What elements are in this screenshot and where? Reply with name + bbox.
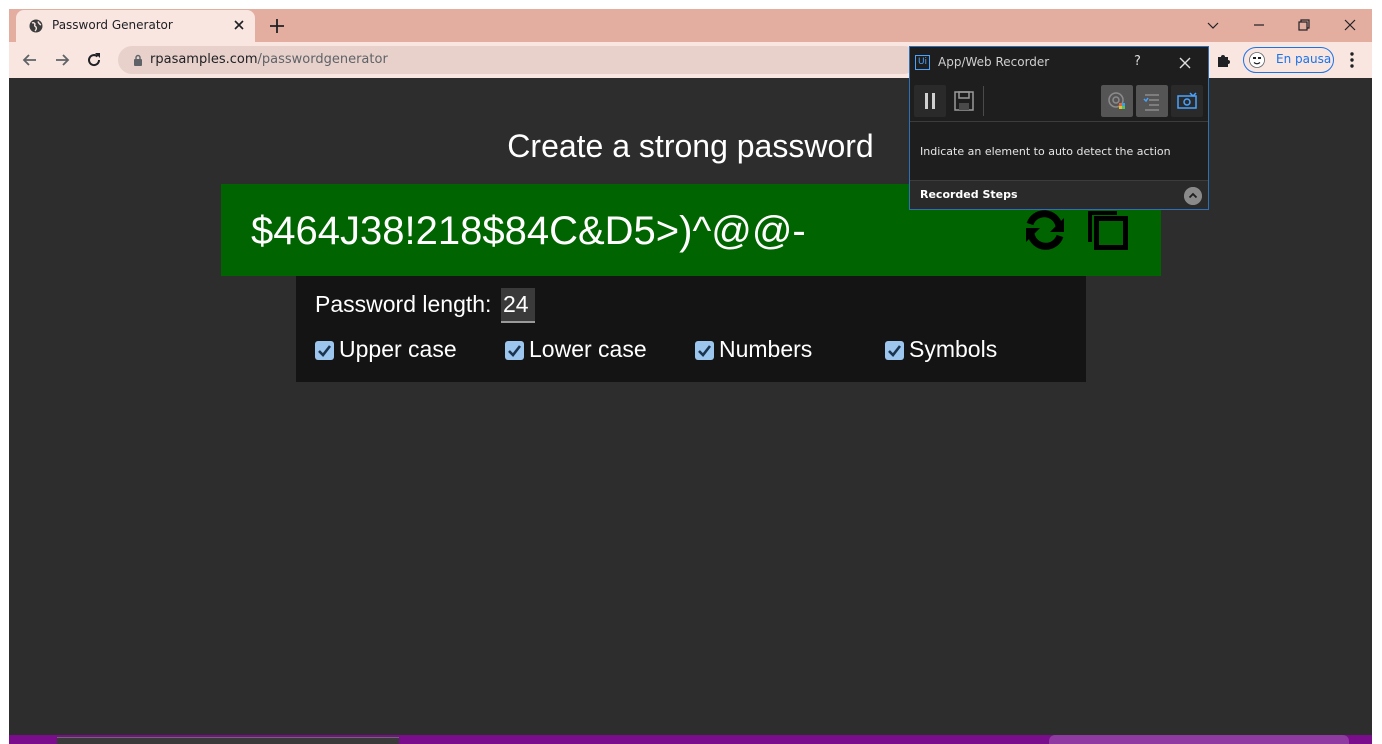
toolbar-divider <box>983 86 984 116</box>
profile-button[interactable]: En pausa <box>1243 47 1334 73</box>
close-icon[interactable] <box>231 17 247 33</box>
list-icon[interactable] <box>1136 85 1168 117</box>
numbers-label: Numbers <box>719 336 813 362</box>
password-length-input[interactable] <box>501 288 535 323</box>
lower-case-label: Lower case <box>529 336 647 362</box>
url-text: rpasamples.com/passwordgenerator <box>150 52 388 67</box>
chevron-up-icon[interactable] <box>1184 187 1202 205</box>
forward-arrow-icon[interactable] <box>52 50 72 70</box>
help-button[interactable]: ? <box>1134 54 1141 69</box>
refresh-icon[interactable] <box>1021 209 1069 251</box>
upper-case-label: Upper case <box>339 336 457 362</box>
taskbar <box>9 735 1372 744</box>
kebab-menu-icon[interactable] <box>1344 50 1360 70</box>
checkmark-icon <box>698 345 712 357</box>
target-icon[interactable] <box>1101 85 1133 117</box>
taskbar-item[interactable] <box>57 737 399 744</box>
profile-label: En pausa <box>1276 52 1332 66</box>
recorder-title: App/Web Recorder <box>938 55 1050 69</box>
upper-case-checkbox[interactable] <box>315 341 334 360</box>
restore-icon[interactable] <box>1293 14 1315 36</box>
reload-icon[interactable] <box>84 50 104 70</box>
globe-icon <box>29 19 43 33</box>
back-arrow-icon[interactable] <box>20 50 40 70</box>
recorded-steps-label: Recorded Steps <box>920 188 1018 201</box>
symbols-checkbox[interactable] <box>885 341 904 360</box>
recorder-instruction: Indicate an element to auto detect the a… <box>920 145 1171 158</box>
tab-title: Password Generator <box>52 18 173 32</box>
uipath-logo: Ui <box>915 55 930 70</box>
checkmark-icon <box>888 345 902 357</box>
checkmark-icon <box>508 345 522 357</box>
save-icon[interactable] <box>948 85 980 117</box>
recorder-panel: Ui App/Web Recorder ? Indicate an elemen… <box>909 46 1209 210</box>
screenshot-icon[interactable] <box>1171 85 1203 117</box>
screen: Password Generator rpasamples.com/passwo… <box>0 0 1382 744</box>
password-options: Password length: Upper case Lower case N… <box>296 276 1086 382</box>
chevron-down-icon[interactable] <box>1202 14 1224 36</box>
puzzle-extension-icon[interactable] <box>1214 50 1234 70</box>
close-icon[interactable] <box>1178 56 1192 70</box>
password-length-label: Password length: <box>315 291 492 317</box>
window-close-icon[interactable] <box>1339 14 1361 36</box>
minimize-icon[interactable] <box>1248 14 1270 36</box>
symbols-label: Symbols <box>909 336 998 362</box>
taskbar-item[interactable] <box>1049 735 1349 744</box>
recorder-toolbar <box>910 80 1208 122</box>
checkmark-icon <box>318 345 332 357</box>
new-tab-plus-icon[interactable] <box>267 16 287 36</box>
lock-icon <box>134 54 142 66</box>
avatar-icon <box>1249 52 1265 68</box>
tab-password-generator[interactable]: Password Generator <box>16 10 255 42</box>
url-path: /passwordgenerator <box>257 52 388 67</box>
recorded-steps-header[interactable]: Recorded Steps <box>910 180 1208 209</box>
address-bar[interactable]: rpasamples.com/passwordgenerator <box>118 46 918 74</box>
generated-password: $464J38!218$84C&D5>)^@@- <box>251 209 806 253</box>
lower-case-checkbox[interactable] <box>505 341 524 360</box>
copy-icon[interactable] <box>1085 208 1129 250</box>
pause-icon[interactable] <box>914 85 946 117</box>
url-host: rpasamples.com <box>150 52 258 67</box>
recorder-header: Ui App/Web Recorder ? <box>910 47 1208 79</box>
tab-strip: Password Generator <box>9 9 1372 42</box>
numbers-checkbox[interactable] <box>695 341 714 360</box>
